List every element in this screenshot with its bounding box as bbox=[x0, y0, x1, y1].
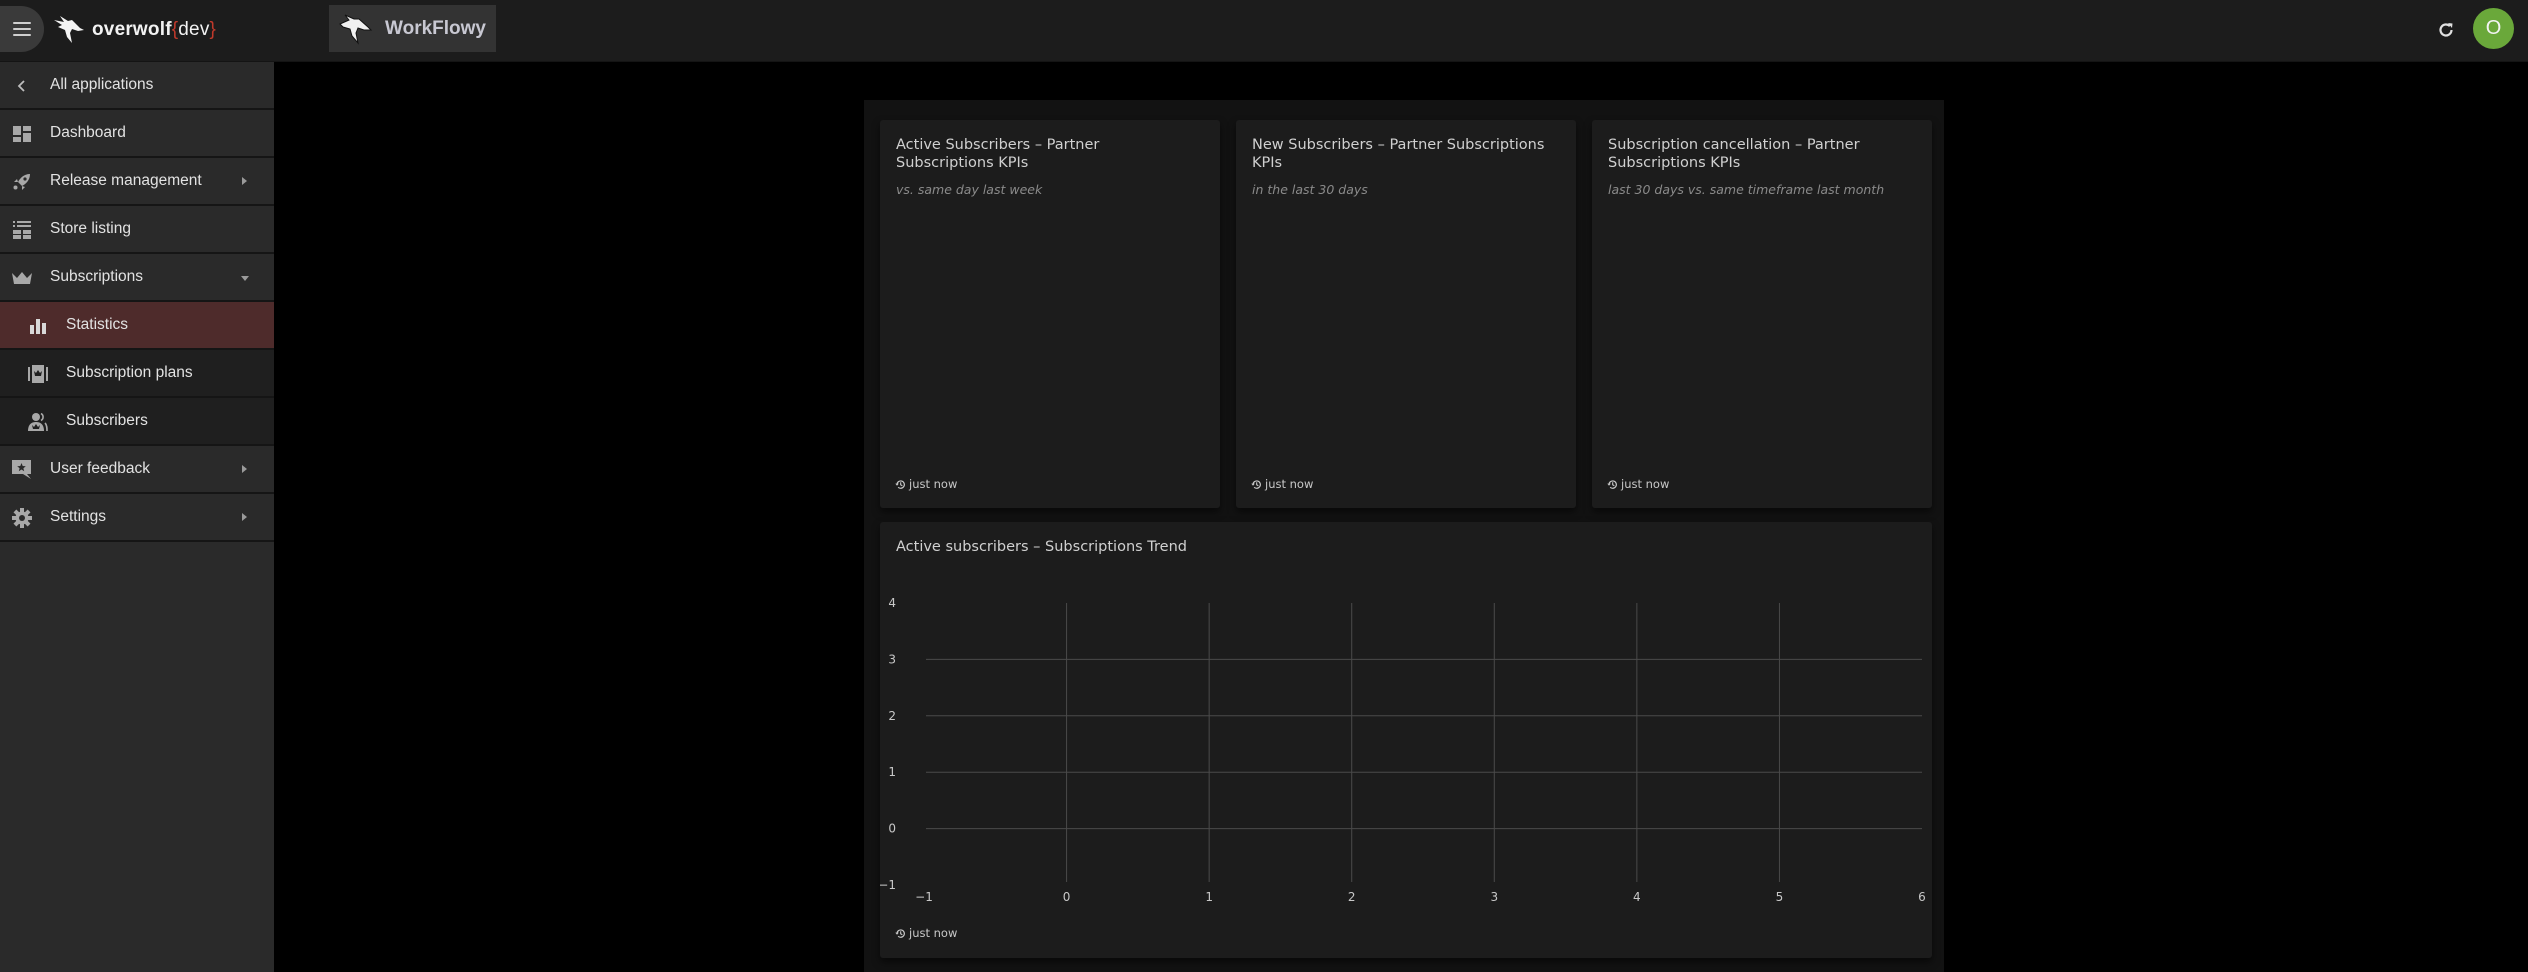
caret-right-icon bbox=[242, 513, 247, 521]
caret-right-icon bbox=[242, 177, 247, 185]
sidebar-item-label: Settings bbox=[50, 508, 107, 525]
last-updated: just now bbox=[1251, 477, 1313, 491]
store-listing-icon bbox=[11, 220, 33, 240]
refresh-icon bbox=[2439, 23, 2453, 37]
app-selector[interactable]: WorkFlowy bbox=[329, 5, 496, 52]
statistics-dashboard: Active Subscribers – Partner Subscriptio… bbox=[864, 100, 1944, 972]
last-updated: just now bbox=[895, 926, 957, 940]
app-logo-icon bbox=[339, 14, 373, 45]
top-bar: overwolf{dev} WorkFlowy O bbox=[0, 0, 2528, 62]
x-tick-label: 3 bbox=[1490, 890, 1498, 904]
last-updated: just now bbox=[895, 477, 957, 491]
last-updated: just now bbox=[1607, 477, 1669, 491]
history-icon bbox=[1607, 479, 1617, 489]
subscribers-icon bbox=[27, 412, 49, 432]
bar-chart-icon bbox=[27, 316, 49, 336]
sidebar-item-label: Statistics bbox=[66, 316, 129, 333]
sidebar-item-release-management[interactable]: Release management bbox=[0, 158, 274, 206]
card-title: New Subscribers – Partner Subscriptions … bbox=[1252, 137, 1545, 171]
y-tick-label: 1 bbox=[888, 765, 896, 779]
trend-chart: −1 0 1 2 3 4 −1 0 1 2 3 4 5 6 bbox=[880, 596, 1926, 904]
kpi-card-active-subscribers: Active Subscribers – Partner Subscriptio… bbox=[880, 120, 1220, 508]
card-title: Active Subscribers – Partner Subscriptio… bbox=[896, 137, 1100, 171]
caret-down-icon bbox=[241, 276, 249, 281]
x-tick-label: 4 bbox=[1633, 890, 1641, 904]
menu-button[interactable] bbox=[0, 6, 44, 52]
y-tick-label: 0 bbox=[888, 822, 896, 836]
sidebar-item-user-feedback[interactable]: User feedback bbox=[0, 446, 274, 494]
x-tick-label: 0 bbox=[1063, 890, 1071, 904]
x-tick-label: 2 bbox=[1348, 890, 1356, 904]
rocket-icon bbox=[11, 172, 33, 192]
x-tick-label: 5 bbox=[1776, 890, 1784, 904]
card-title: Subscription cancellation – Partner Subs… bbox=[1608, 137, 1860, 171]
kpi-card-new-subscribers: New Subscribers – Partner Subscriptions … bbox=[1236, 120, 1576, 508]
history-icon bbox=[1251, 479, 1261, 489]
sidebar-item-label: Store listing bbox=[50, 220, 131, 237]
sidebar-item-settings[interactable]: Settings bbox=[0, 494, 274, 542]
brand-name: overwolf{dev} bbox=[92, 19, 217, 40]
sidebar-item-statistics[interactable]: Statistics bbox=[0, 302, 274, 350]
trend-card: Active subscribers – Subscriptions Trend… bbox=[880, 522, 1932, 958]
sidebar-item-label: Release management bbox=[50, 172, 202, 189]
card-subtitle: vs. same day last week bbox=[896, 182, 1043, 197]
y-tick-label: −1 bbox=[880, 878, 896, 892]
back-label: All applications bbox=[50, 76, 154, 93]
hamburger-icon bbox=[13, 22, 31, 36]
chevron-left-icon bbox=[11, 76, 33, 96]
user-avatar[interactable]: O bbox=[2473, 8, 2514, 49]
y-tick-label: 3 bbox=[888, 652, 896, 666]
brand-logo[interactable]: overwolf{dev} bbox=[50, 10, 216, 50]
card-subtitle: in the last 30 days bbox=[1252, 182, 1368, 197]
dashboard-icon bbox=[11, 124, 33, 144]
last-updated-text: just now bbox=[909, 477, 958, 491]
last-updated-text: just now bbox=[1265, 477, 1314, 491]
gear-icon bbox=[11, 508, 33, 528]
sidebar: All applications Dashboard Release manag… bbox=[0, 62, 274, 972]
x-tick-label: −1 bbox=[915, 890, 933, 904]
last-updated-text: just now bbox=[1621, 477, 1670, 491]
x-tick-label: 6 bbox=[1918, 890, 1926, 904]
back-to-all-applications[interactable]: All applications bbox=[0, 62, 274, 110]
sidebar-item-label: Dashboard bbox=[50, 124, 126, 141]
y-tick-label: 2 bbox=[888, 709, 896, 723]
sidebar-item-subscription-plans[interactable]: Subscription plans bbox=[0, 350, 274, 398]
wolf-logo-icon bbox=[54, 16, 84, 43]
sidebar-item-subscribers[interactable]: Subscribers bbox=[0, 398, 274, 446]
last-updated-text: just now bbox=[909, 926, 958, 940]
x-tick-label: 1 bbox=[1205, 890, 1213, 904]
sidebar-item-subscriptions[interactable]: Subscriptions bbox=[0, 254, 274, 302]
subscription-plans-icon bbox=[27, 364, 49, 384]
app-name: WorkFlowy bbox=[385, 17, 486, 39]
sidebar-item-label: Subscription plans bbox=[66, 364, 193, 381]
feedback-icon bbox=[11, 460, 33, 480]
sidebar-item-label: Subscribers bbox=[66, 412, 148, 429]
caret-right-icon bbox=[242, 465, 247, 473]
card-subtitle: last 30 days vs. same timeframe last mon… bbox=[1608, 182, 1885, 197]
sidebar-item-store-listing[interactable]: Store listing bbox=[0, 206, 274, 254]
history-icon bbox=[895, 479, 905, 489]
y-tick-label: 4 bbox=[888, 596, 896, 610]
sidebar-item-label: Subscriptions bbox=[50, 268, 144, 285]
sidebar-item-label: User feedback bbox=[50, 460, 150, 477]
sidebar-item-dashboard[interactable]: Dashboard bbox=[0, 110, 274, 158]
crown-icon bbox=[11, 268, 33, 288]
refresh-button[interactable] bbox=[2432, 16, 2460, 44]
kpi-card-subscription-cancellation: Subscription cancellation – Partner Subs… bbox=[1592, 120, 1932, 508]
history-icon bbox=[895, 928, 905, 938]
